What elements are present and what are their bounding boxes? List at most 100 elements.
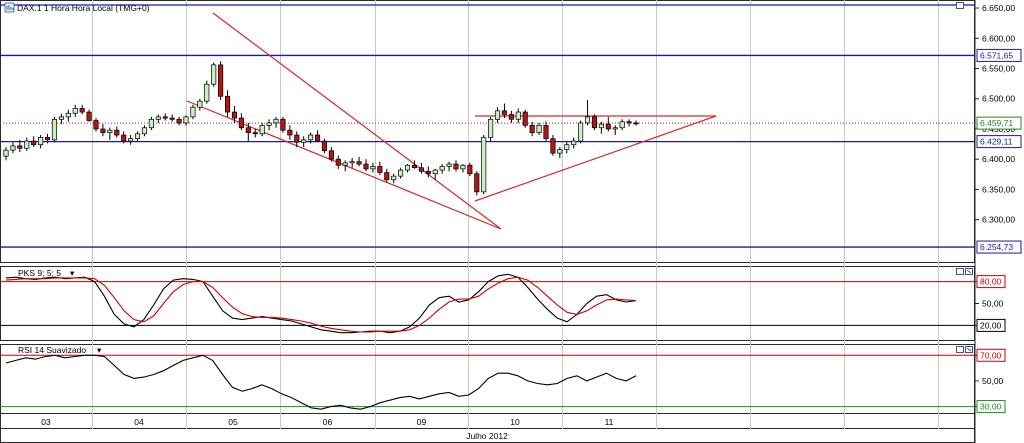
candle-body[interactable]	[114, 129, 120, 136]
candle-body[interactable]	[446, 163, 452, 167]
candle-body[interactable]	[633, 122, 639, 125]
candle-body[interactable]	[10, 145, 16, 151]
price-panel-restore-button[interactable]	[956, 2, 964, 9]
candle-body[interactable]	[31, 140, 37, 146]
candle-body[interactable]	[308, 134, 314, 141]
candle-body[interactable]	[301, 139, 307, 143]
candle-body[interactable]	[522, 111, 528, 126]
candle-body[interactable]	[529, 124, 535, 133]
candle-body[interactable]	[342, 162, 348, 166]
candle-body[interactable]	[439, 166, 445, 171]
candle-body[interactable]	[481, 137, 487, 193]
candle-body[interactable]	[619, 121, 625, 129]
candle-body[interactable]	[605, 123, 611, 130]
candle-body[interactable]	[218, 64, 224, 97]
candle-body[interactable]	[51, 118, 58, 141]
candle-body[interactable]	[612, 127, 618, 130]
candle-body[interactable]	[93, 120, 99, 130]
candle-body[interactable]	[128, 138, 134, 142]
candle-body[interactable]	[169, 117, 175, 120]
candle-body[interactable]	[107, 129, 113, 133]
candle-body[interactable]	[58, 116, 64, 120]
candle-body[interactable]	[287, 129, 293, 136]
candle-body[interactable]	[321, 140, 328, 152]
candle-body[interactable]	[176, 118, 182, 124]
candle-body[interactable]	[197, 100, 203, 108]
candle-body[interactable]	[488, 118, 494, 138]
candle-body[interactable]	[24, 140, 30, 149]
candle-body[interactable]	[377, 166, 383, 173]
candle-body[interactable]	[280, 118, 286, 131]
candle-body[interactable]	[224, 95, 231, 113]
candle-body[interactable]	[141, 127, 148, 135]
candle-body[interactable]	[328, 150, 334, 160]
candle-body[interactable]	[155, 116, 161, 120]
candle-body[interactable]	[432, 169, 438, 175]
candle-body[interactable]	[245, 127, 251, 133]
rsi-menu-arrow-icon[interactable]: ▾	[97, 345, 102, 355]
candle-body[interactable]	[65, 112, 71, 118]
candle-body[interactable]	[231, 111, 238, 119]
candle-body[interactable]	[100, 128, 106, 133]
candle-body[interactable]	[335, 158, 341, 166]
candle-body[interactable]	[72, 108, 78, 114]
pks-menu-arrow-icon[interactable]: ▾	[70, 268, 75, 278]
candle-body[interactable]	[183, 116, 189, 124]
candle-body[interactable]	[273, 118, 279, 124]
candle-body[interactable]	[501, 110, 508, 115]
candle-body[interactable]	[404, 164, 411, 171]
candle-body[interactable]	[564, 144, 570, 150]
candle-body[interactable]	[391, 175, 397, 181]
candle-body[interactable]	[398, 169, 404, 177]
candle-body[interactable]	[356, 161, 362, 165]
candle-body[interactable]	[79, 108, 85, 113]
candle-body[interactable]	[460, 164, 466, 170]
candle-body[interactable]	[474, 173, 480, 193]
candle-body[interactable]	[266, 122, 272, 126]
chart-area[interactable]: 6.650,006.600,006.550,006.500,006.450,00…	[0, 0, 1024, 443]
candle-body[interactable]	[44, 137, 51, 141]
candle-body[interactable]	[17, 145, 23, 149]
candle-body[interactable]	[543, 124, 549, 140]
candle-body[interactable]	[557, 149, 563, 154]
candle-body[interactable]	[38, 137, 44, 146]
candle-body[interactable]	[584, 116, 591, 124]
price-axis: 6.650,006.600,006.550,006.500,006.450,00…	[975, 3, 1022, 414]
candle-body[interactable]	[425, 170, 431, 175]
candle-body[interactable]	[190, 106, 196, 118]
rsi-restore-icon[interactable]	[956, 346, 964, 353]
candle-body[interactable]	[294, 134, 300, 143]
candle-body[interactable]	[162, 116, 168, 119]
candle-body[interactable]	[86, 111, 92, 121]
candle-body[interactable]	[591, 116, 598, 129]
candle-body[interactable]	[508, 114, 514, 120]
candle-body[interactable]	[238, 117, 244, 129]
candle-body[interactable]	[453, 163, 459, 170]
candle-body[interactable]	[515, 111, 521, 120]
candle-body[interactable]	[134, 133, 141, 140]
candle-body[interactable]	[384, 172, 390, 181]
candle-body[interactable]	[211, 64, 217, 85]
candle-body[interactable]	[349, 161, 355, 164]
candle-body[interactable]	[411, 164, 418, 169]
candle-body[interactable]	[598, 123, 604, 129]
candle-body[interactable]	[578, 122, 584, 142]
candle-body[interactable]	[494, 110, 501, 120]
pks-restore-icon[interactable]	[956, 268, 964, 275]
candle-body[interactable]	[259, 124, 265, 135]
candle-body[interactable]	[3, 149, 9, 157]
x-tick-label: 06	[323, 417, 333, 427]
candle-body[interactable]	[148, 118, 154, 129]
candle-body[interactable]	[252, 132, 258, 135]
candle-body[interactable]	[204, 83, 210, 102]
candle-body[interactable]	[370, 166, 376, 170]
candle-body[interactable]	[314, 134, 321, 142]
candle-body[interactable]	[121, 134, 127, 142]
candle-body[interactable]	[550, 138, 556, 154]
candle-body[interactable]	[418, 167, 424, 172]
candle-body[interactable]	[363, 163, 369, 170]
candle-body[interactable]	[467, 164, 473, 175]
candle-body[interactable]	[626, 121, 632, 124]
candle-body[interactable]	[571, 140, 577, 146]
candle-body[interactable]	[536, 124, 542, 133]
